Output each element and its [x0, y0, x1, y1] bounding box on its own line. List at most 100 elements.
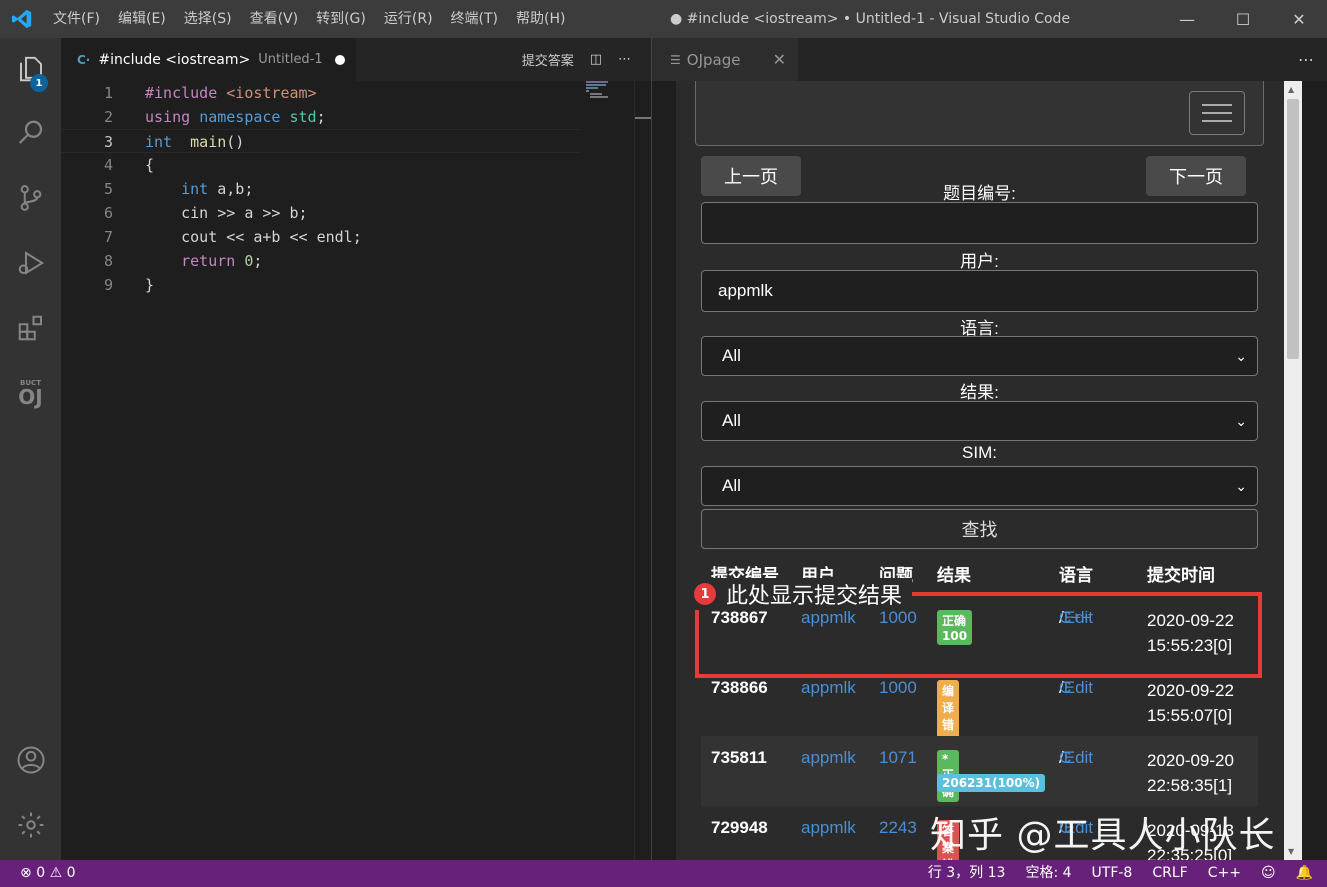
line-number: 3	[103, 133, 113, 151]
webview-tab-bar: ☰ OJpage ✕ ⋯	[652, 38, 1327, 81]
account-icon[interactable]	[0, 735, 61, 785]
code-line: 2 using namespace std;	[61, 105, 581, 129]
problem-link[interactable]: 2243	[879, 818, 917, 838]
minimize-icon[interactable]: —	[1159, 0, 1215, 38]
close-window-icon[interactable]: ✕	[1271, 0, 1327, 38]
language-mode[interactable]: C++	[1208, 860, 1241, 887]
submission-id: 729948	[711, 818, 768, 837]
menu-help[interactable]: 帮助(H)	[507, 0, 574, 38]
maximize-icon[interactable]: ☐	[1215, 0, 1271, 38]
code-line: 3 int main()	[61, 129, 581, 153]
user-link[interactable]: appmlk	[801, 678, 856, 698]
code-line: 9}	[61, 273, 581, 297]
col-result: 结果	[937, 566, 971, 585]
unsaved-dot-icon[interactable]	[334, 54, 345, 65]
language-select-value: All	[722, 346, 741, 365]
code-line: 5 int a,b;	[61, 177, 581, 201]
user-link[interactable]: appmlk	[801, 748, 856, 768]
user-label: 用户:	[960, 252, 999, 271]
menu-edit[interactable]: 编辑(E)	[109, 0, 175, 38]
search-button[interactable]: 查找	[701, 509, 1258, 549]
problem-link[interactable]: 1071	[879, 748, 917, 768]
editor-scrollbar[interactable]	[634, 81, 651, 860]
vscode-logo-icon	[0, 0, 44, 38]
tab-description: Untitled-1	[258, 52, 323, 67]
submit-date: 2020-09-22	[1147, 681, 1234, 700]
notifications-bell-icon[interactable]: 🔔	[1296, 860, 1313, 887]
sim-select-value: All	[722, 476, 741, 495]
sim-select[interactable]: All ⌄	[701, 466, 1258, 506]
problem-id-input[interactable]	[701, 202, 1258, 244]
menu-view[interactable]: 查看(V)	[241, 0, 308, 38]
cursor-position[interactable]: 行 3，列 13	[928, 860, 1006, 887]
editor-actions: 提交答案 ◫ ⋯	[522, 38, 631, 81]
split-editor-icon[interactable]: ◫	[590, 52, 602, 67]
source-control-icon[interactable]	[0, 173, 61, 223]
hamburger-menu-icon[interactable]	[1189, 91, 1245, 135]
annotation-text: 此处显示提交结果	[726, 584, 903, 609]
menu-selection[interactable]: 选择(S)	[175, 0, 241, 38]
oj-webview-panel: ☰ OJpage ✕ ⋯ 上一页 下一页 题目编号: 用户: appmlk 语言…	[651, 38, 1327, 860]
line-number: 9	[103, 276, 113, 294]
feedback-icon[interactable]: ☺	[1261, 860, 1276, 887]
language-select[interactable]: All ⌄	[701, 336, 1258, 376]
edit-link[interactable]: Edit	[1064, 748, 1093, 768]
settings-gear-icon[interactable]	[0, 800, 61, 850]
encoding[interactable]: UTF-8	[1092, 860, 1133, 887]
edit-link[interactable]: Edit	[1064, 678, 1093, 698]
code-line: 4{	[61, 153, 581, 177]
oj-page: 上一页 下一页 题目编号: 用户: appmlk 语言: All ⌄ 结果: Al…	[676, 81, 1287, 860]
result-select-value: All	[722, 411, 741, 430]
col-language: 语言	[1059, 566, 1093, 585]
menu-go[interactable]: 转到(G)	[307, 0, 375, 38]
editor-tab[interactable]: C· #include <iostream> Untitled-1	[61, 38, 356, 81]
warning-count: 0	[66, 865, 76, 881]
webview-more-icon[interactable]: ⋯	[1298, 38, 1314, 81]
user-input[interactable]: appmlk	[701, 270, 1258, 312]
code-line: 8 return 0;	[61, 249, 581, 273]
table-row: 735811 appmlk 1071 *正确206231(100%) C/Edi…	[701, 736, 1258, 806]
extensions-icon[interactable]	[0, 303, 61, 353]
submit-time: 15:55:07[0]	[1147, 706, 1233, 725]
oj-extension-icon[interactable]: BUCT OJ	[0, 368, 61, 418]
more-actions-icon[interactable]: ⋯	[618, 52, 631, 67]
scroll-up-icon[interactable]: ▲	[1288, 85, 1294, 94]
minimap[interactable]	[586, 81, 636, 101]
error-count: 0	[36, 865, 46, 881]
problem-link[interactable]: 1000	[879, 678, 917, 698]
chevron-down-icon: ⌄	[1235, 478, 1247, 494]
code-editor[interactable]: 1 #include <iostream> 2 using namespace st…	[61, 81, 651, 860]
ojpage-tab[interactable]: ☰ OJpage ✕	[652, 38, 798, 81]
problem-id-label: 题目编号:	[943, 184, 1016, 203]
ojpage-tab-title: OJpage	[686, 50, 741, 69]
scroll-down-icon[interactable]: ▼	[1288, 847, 1294, 856]
close-tab-icon[interactable]: ✕	[773, 50, 786, 69]
webview-scrollbar[interactable]: ▲ ▼	[1284, 81, 1302, 860]
watermark: 知乎 @工具人小队长	[930, 815, 1276, 856]
problems-status[interactable]: ⊗ 0 ⚠ 0	[20, 860, 76, 887]
submit-answer-button[interactable]: 提交答案	[522, 50, 574, 69]
line-ending[interactable]: CRLF	[1152, 860, 1187, 887]
explorer-badge: 1	[30, 74, 48, 92]
error-icon: ⊗	[20, 865, 32, 881]
window-controls: — ☐ ✕	[1159, 0, 1327, 38]
chevron-down-icon: ⌄	[1235, 348, 1247, 364]
search-icon[interactable]	[0, 108, 61, 158]
menu-file[interactable]: 文件(F)	[44, 0, 109, 38]
navbar	[695, 81, 1264, 146]
menu-terminal[interactable]: 终端(T)	[442, 0, 507, 38]
line-number: 6	[103, 204, 113, 222]
editor-group: C· #include <iostream> Untitled-1 提交答案 ◫…	[61, 38, 651, 860]
sim-label: SIM:	[962, 443, 997, 462]
result-select[interactable]: All ⌄	[701, 401, 1258, 441]
menu-run[interactable]: 运行(R)	[375, 0, 442, 38]
col-submit-time: 提交时间	[1147, 566, 1215, 585]
user-link[interactable]: appmlk	[801, 818, 856, 838]
explorer-icon[interactable]: 1	[0, 44, 61, 94]
preview-icon: ☰	[670, 52, 681, 67]
oj-logo-big: OJ	[18, 385, 43, 409]
scroll-thumb[interactable]	[1287, 99, 1299, 359]
run-debug-icon[interactable]	[0, 238, 61, 288]
indentation[interactable]: 空格: 4	[1025, 860, 1071, 887]
annotation-callout: 1 此处显示提交结果	[694, 578, 913, 610]
